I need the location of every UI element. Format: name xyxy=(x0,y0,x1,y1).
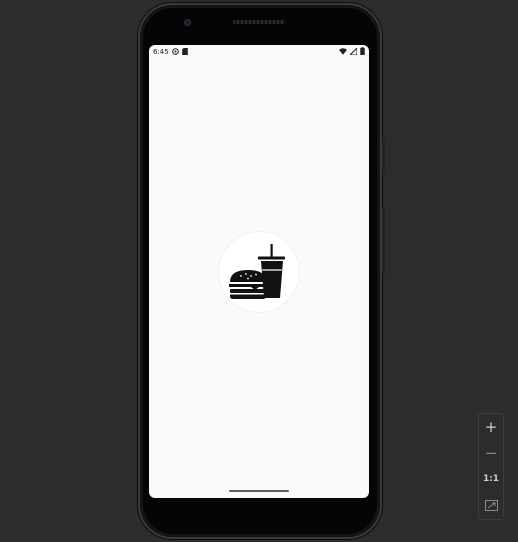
fit-screen-button[interactable] xyxy=(479,492,503,518)
actual-size-button[interactable]: 1:1 xyxy=(479,466,503,492)
emulator-stage: 6:45 + − 1:1 xyxy=(0,0,518,542)
fit-screen-icon xyxy=(484,496,498,515)
power-button[interactable] xyxy=(382,140,385,172)
zoom-in-button[interactable]: + xyxy=(479,414,503,440)
zoom-out-button[interactable]: − xyxy=(479,440,503,466)
status-time: 6:45 xyxy=(153,48,169,56)
volume-button[interactable] xyxy=(382,208,385,274)
status-bar-right xyxy=(339,46,365,57)
earpiece-speaker xyxy=(233,20,285,24)
status-bar-left: 6:45 xyxy=(153,47,188,57)
cell-signal-icon xyxy=(348,46,358,57)
battery-icon xyxy=(360,47,365,57)
device-screen[interactable]: 6:45 xyxy=(149,45,369,498)
burger-and-drink-icon xyxy=(229,244,285,299)
status-bar: 6:45 xyxy=(149,45,369,59)
splash-logo xyxy=(219,232,299,312)
sd-card-icon xyxy=(181,47,188,57)
wifi-icon xyxy=(339,47,347,57)
front-camera xyxy=(184,19,191,26)
home-gesture-bar[interactable] xyxy=(229,490,289,492)
settings-gear-icon xyxy=(171,47,179,57)
zoom-toolbar: + − 1:1 xyxy=(478,413,504,520)
